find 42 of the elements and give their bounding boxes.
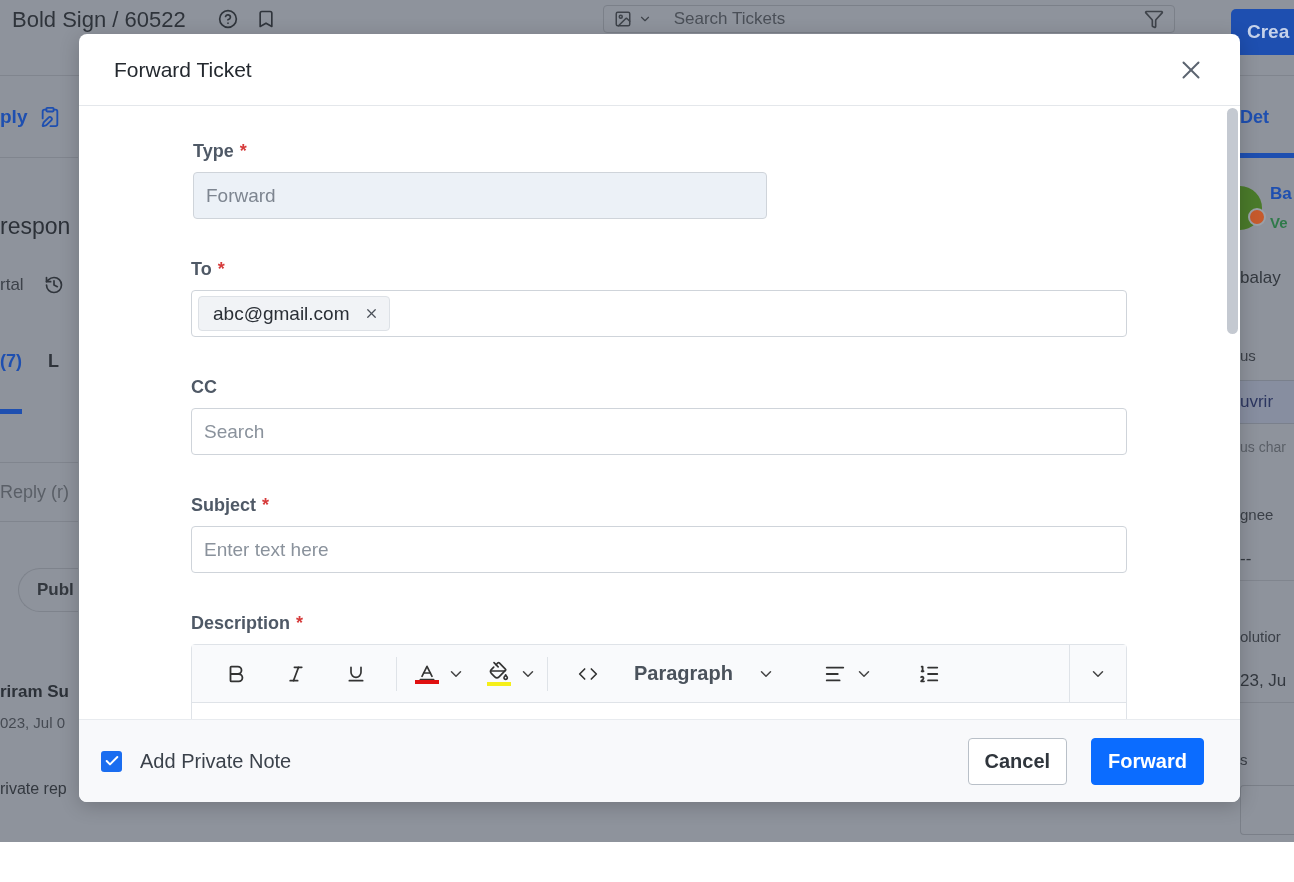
email-chip: abc@gmail.com (198, 296, 390, 331)
property-label: us (1240, 346, 1256, 364)
text-field[interactable]: Enter text here (191, 526, 1127, 573)
field-label: To * (191, 259, 226, 280)
field-label: Subject * (191, 495, 271, 516)
format-dropdown[interactable]: Paragraph (634, 662, 733, 685)
message-text: rivate rep (0, 780, 67, 798)
property-field[interactable] (1240, 785, 1294, 835)
ticket-title: respon (0, 213, 71, 241)
image-icon[interactable] (613, 10, 632, 28)
property-label: olutior (1240, 627, 1281, 645)
create-button[interactable]: Crea (1231, 9, 1294, 55)
message-date: 023, Jul 0 (0, 713, 66, 731)
status-select[interactable]: uvrir (1240, 380, 1294, 424)
breadcrumb: Bold Sign / 60522 (12, 7, 186, 33)
search-field[interactable]: Search Tickets (602, 5, 1175, 33)
history-icon[interactable] (43, 275, 64, 295)
text-field[interactable]: Search (191, 408, 1127, 455)
filter-icon[interactable] (1143, 9, 1164, 29)
cancel-button[interactable]: Cancel (967, 737, 1068, 785)
recipient-field[interactable]: abc@gmail.com (191, 290, 1127, 337)
reply-link[interactable]: ply (0, 105, 28, 128)
field-label: Description * (191, 613, 305, 634)
description-editor[interactable]: Paragraph (191, 644, 1127, 719)
scrollbar-thumb[interactable] (1227, 108, 1238, 334)
property-label: s (1240, 750, 1248, 768)
author-name: riram Su (0, 682, 69, 702)
dialog-title: Forward Ticket (114, 57, 252, 82)
forward-button[interactable]: Forward (1091, 737, 1204, 785)
field-label: CC (191, 377, 218, 398)
private-note-checkbox[interactable] (101, 750, 122, 772)
conversation-tab[interactable]: L (48, 308, 59, 414)
field-label: Type * (192, 141, 248, 162)
type-field: Forward (193, 172, 767, 219)
source-text: rtal (0, 275, 24, 295)
help-icon[interactable] (217, 9, 238, 29)
contact-email: balay (1240, 267, 1281, 288)
checkbox-label: Add Private Note (140, 749, 292, 773)
property-label: gnee (1240, 505, 1274, 523)
conversation-tab[interactable]: (7) (0, 308, 22, 414)
contact-name[interactable]: Ba (1270, 184, 1292, 204)
contact-status: Ve (1270, 214, 1289, 231)
